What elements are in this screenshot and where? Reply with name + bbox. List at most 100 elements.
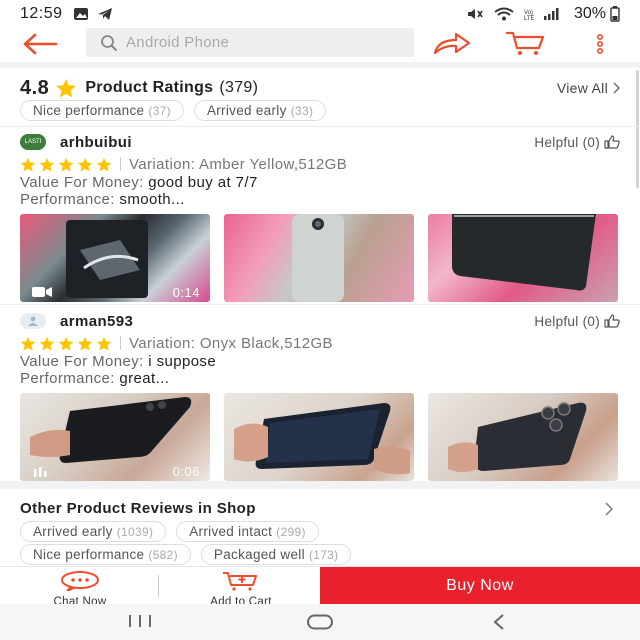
wifi-icon <box>494 7 514 21</box>
performance: Performance: smooth... <box>20 191 620 208</box>
value-for-money: Value For Money: good buy at 7/7 <box>20 174 620 191</box>
back-arrow-icon[interactable] <box>22 32 58 56</box>
thumbs-up-icon <box>604 314 620 328</box>
system-back-icon[interactable] <box>490 613 508 631</box>
performance-text: smooth... <box>119 191 185 208</box>
performance: Performance: great... <box>20 370 620 387</box>
performance-text: great... <box>119 370 170 387</box>
tag-label: Nice performance <box>33 547 145 562</box>
star-icon <box>58 336 74 350</box>
star-icon <box>20 336 36 350</box>
review-video[interactable]: 0:06 <box>20 393 210 481</box>
helpful-button[interactable]: Helpful (0) <box>534 135 620 150</box>
tag-label: Arrived early <box>33 524 113 539</box>
ratings-count: (379) <box>219 79 259 96</box>
phone-photo <box>66 220 148 298</box>
phone-photo <box>30 397 192 463</box>
tag-chip[interactable]: Nice performance (37) <box>20 100 184 121</box>
tag-label: Arrived early <box>206 103 287 118</box>
review-photo[interactable] <box>224 393 414 481</box>
tag-count: (1039) <box>116 525 154 539</box>
search-icon <box>101 34 117 51</box>
star-icon <box>96 157 112 171</box>
review-card: arman593 Helpful (0) Variation: Onyx Bla… <box>20 310 620 481</box>
section-gap <box>0 481 640 489</box>
video-camera-icon <box>32 287 52 297</box>
view-all-link[interactable]: View All <box>557 80 620 96</box>
avatar <box>20 313 46 329</box>
review-variation: Variation: Onyx Black,512GB <box>129 334 333 352</box>
review-username: arman593 <box>60 312 134 330</box>
shop-reviews-title: Other Product Reviews in Shop <box>20 500 256 517</box>
review-photo[interactable] <box>428 393 618 481</box>
svg-text:LTE: LTE <box>524 16 535 21</box>
tag-chip[interactable]: Arrived early (1039) <box>20 521 167 542</box>
review-username: arhbuibui <box>60 133 132 151</box>
view-all-label: View All <box>556 80 608 96</box>
review-video[interactable]: 0:14 <box>20 214 210 302</box>
top-nav: Android Phone <box>0 28 640 60</box>
mute-icon <box>467 9 483 19</box>
home-icon[interactable] <box>306 614 334 630</box>
tag-chip[interactable]: Packaged well (173) <box>200 544 352 565</box>
status-bar: 12:59 Vo) LTE 30% <box>0 0 640 28</box>
shop-tags-row-1: Arrived early (1039) Arrived intact (299… <box>20 521 319 542</box>
search-input[interactable]: Android Phone <box>86 28 414 57</box>
star-icon <box>77 157 93 171</box>
phone-photo <box>448 402 587 472</box>
helpful-button[interactable]: Helpful (0) <box>534 314 620 329</box>
value-for-money: Value For Money: i suppose <box>20 353 620 370</box>
divider <box>0 304 640 305</box>
system-nav-bar <box>0 604 640 640</box>
tag-chip[interactable]: Arrived early (33) <box>193 100 327 121</box>
add-to-cart-button[interactable]: Add to Cart <box>186 571 296 608</box>
value-label: Value For Money: <box>20 353 144 370</box>
performance-label: Performance: <box>20 191 115 208</box>
gallery-icon <box>73 8 88 20</box>
more-vertical-icon[interactable] <box>592 32 608 56</box>
rating-score: 4.8 <box>20 76 50 99</box>
battery-level: 30% <box>573 5 606 22</box>
review-variation: Variation: Amber Yellow,512GB <box>129 155 348 173</box>
thumbs-up-icon <box>604 135 620 149</box>
tag-label: Nice performance <box>33 103 145 118</box>
divider <box>0 126 640 127</box>
chat-now-button[interactable]: Chat Now <box>30 571 130 608</box>
signal-icon: Vo) LTE <box>524 8 559 21</box>
recent-apps-icon[interactable] <box>126 612 154 630</box>
video-duration: 0:06 <box>172 464 200 479</box>
review-stars <box>20 157 112 172</box>
scrollbar[interactable] <box>636 70 639 188</box>
ratings-title: Product Ratings <box>85 79 214 96</box>
star-icon <box>20 157 36 171</box>
tag-chip[interactable]: Arrived intact (299) <box>176 521 319 542</box>
search-placeholder: Android Phone <box>126 34 230 51</box>
star-icon <box>39 336 55 350</box>
review-photo[interactable] <box>224 214 414 302</box>
buy-now-button[interactable]: Buy Now <box>320 567 640 605</box>
share-icon[interactable] <box>432 30 472 56</box>
status-time: 12:59 <box>20 5 63 22</box>
value-text: i suppose <box>148 353 217 370</box>
add-cart-icon <box>223 572 257 591</box>
tag-label: Arrived intact <box>189 524 273 539</box>
star-icon <box>96 336 112 350</box>
review-photo[interactable] <box>428 214 618 302</box>
phone-photo <box>234 403 410 475</box>
cart-icon[interactable] <box>506 30 546 56</box>
tag-count: (33) <box>290 104 314 118</box>
battery-icon <box>610 6 620 22</box>
chevron-right-icon[interactable] <box>604 502 614 516</box>
value-label: Value For Money: <box>20 174 144 191</box>
user-icon <box>28 316 38 326</box>
star-icon <box>77 336 93 350</box>
tag-count: (299) <box>276 525 306 539</box>
phone-photo <box>292 214 344 302</box>
value-text: good buy at 7/7 <box>148 174 258 191</box>
review-card: LASTI arhbuibui Helpful (0) Variation: A… <box>20 131 620 302</box>
video-pause-icon <box>34 467 47 477</box>
helpful-label: Helpful (0) <box>534 313 600 329</box>
performance-label: Performance: <box>20 370 115 387</box>
tag-chip[interactable]: Nice performance (582) <box>20 544 191 565</box>
phone-photo <box>452 214 596 291</box>
